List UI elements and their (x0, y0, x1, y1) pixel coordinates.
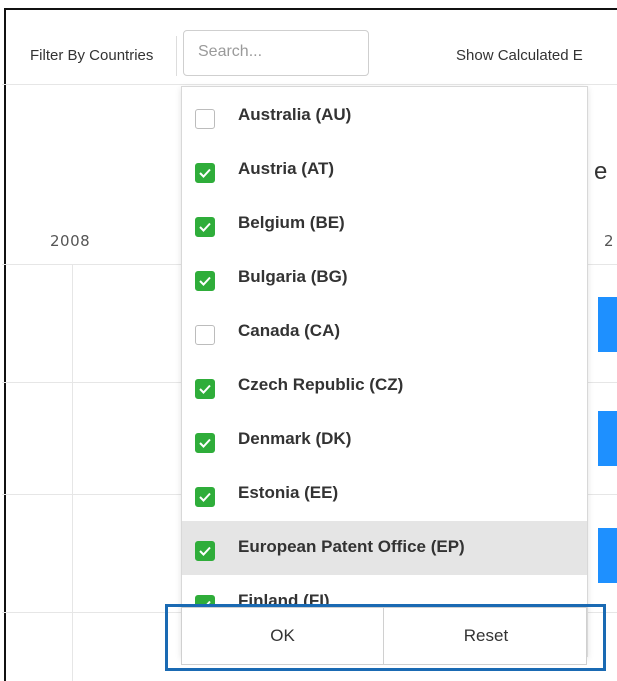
checkbox-checked-icon[interactable] (195, 163, 215, 183)
country-option[interactable]: Estonia (EE) (182, 467, 587, 521)
dropdown-button-bar: OK Reset (181, 607, 587, 665)
country-option[interactable]: Belgium (BE) (182, 197, 587, 251)
chart-bar (598, 297, 617, 352)
country-dropdown: Australia (AU) Austria (AT) Belgium (BE) Bu… (181, 86, 588, 657)
country-option-label: Canada (CA) (238, 321, 341, 340)
country-option[interactable]: Denmark (DK) (182, 413, 587, 467)
country-option[interactable]: Australia (AU) (182, 89, 587, 143)
grid-line (72, 264, 73, 681)
country-option-label: Australia (AU) (238, 105, 352, 124)
country-option[interactable]: Austria (AT) (182, 143, 587, 197)
checkbox-unchecked-icon[interactable] (195, 109, 215, 129)
reset-button[interactable]: Reset (385, 608, 587, 664)
country-option[interactable]: European Patent Office (EP) (182, 521, 587, 575)
checkbox-checked-icon[interactable] (195, 379, 215, 399)
country-option[interactable]: Canada (CA) (182, 305, 587, 359)
country-option[interactable]: Czech Republic (CZ) (182, 359, 587, 413)
checkbox-checked-icon[interactable] (195, 271, 215, 291)
label-divider (176, 36, 177, 76)
search-input[interactable] (196, 42, 360, 62)
chart-bar (598, 411, 617, 466)
country-option-label: Estonia (EE) (238, 483, 339, 502)
year-column-label-next: 2 (604, 232, 614, 250)
country-option-label: Belgium (BE) (238, 213, 345, 232)
filter-by-countries-label: Filter By Countries (30, 47, 154, 64)
year-column-label: 2008 (50, 232, 91, 250)
show-calculated-label[interactable]: Show Calculated E (456, 47, 583, 64)
country-option[interactable]: Bulgaria (BG) (182, 251, 587, 305)
search-box[interactable] (183, 30, 369, 76)
chart-title-partial: e (594, 158, 608, 185)
country-option-label: European Patent Office (EP) (238, 537, 465, 556)
checkbox-checked-icon[interactable] (195, 487, 215, 507)
ok-button[interactable]: OK (182, 608, 384, 664)
country-option-label: Austria (AT) (238, 159, 335, 178)
country-option-label: Czech Republic (CZ) (238, 375, 404, 394)
checkbox-checked-icon[interactable] (195, 433, 215, 453)
country-option-label: Denmark (DK) (238, 429, 352, 448)
checkbox-checked-icon[interactable] (195, 217, 215, 237)
header-divider (2, 84, 617, 85)
checkbox-unchecked-icon[interactable] (195, 325, 215, 345)
chart-bar (598, 528, 617, 583)
country-option-label: Bulgaria (BG) (238, 267, 348, 286)
checkbox-checked-icon[interactable] (195, 541, 215, 561)
